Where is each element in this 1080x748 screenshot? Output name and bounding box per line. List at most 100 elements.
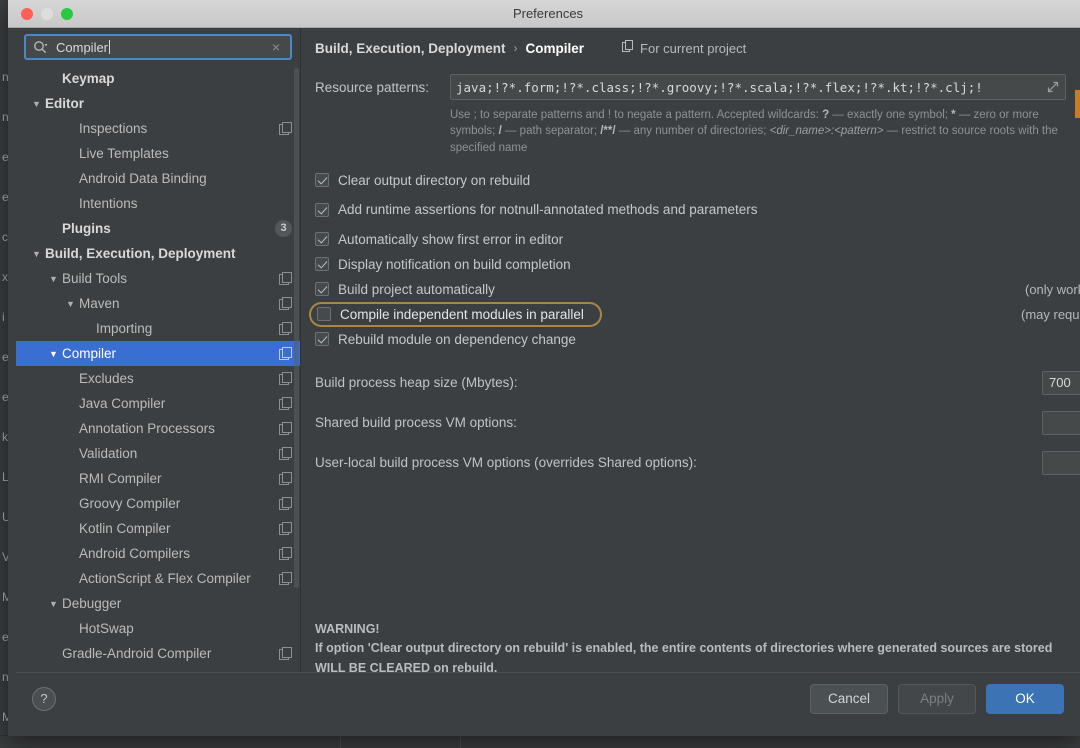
settings-content-panel: Build, Execution, Deployment › Compiler … [301, 28, 1080, 696]
copy-settings-icon[interactable] [279, 547, 292, 560]
sidebar-item-label: Android Data Binding [79, 171, 292, 186]
sidebar-item-android-compilers[interactable]: Android Compilers [16, 541, 300, 566]
sidebar-item-label: Kotlin Compiler [79, 521, 279, 536]
project-scope-icon [622, 40, 634, 56]
checkbox-checked-icon[interactable] [315, 203, 329, 217]
cancel-button[interactable]: Cancel [810, 684, 888, 714]
sidebar-item-label: Maven [79, 296, 279, 311]
breadcrumb-current: Compiler [526, 41, 585, 56]
text-caret [109, 40, 110, 54]
checkbox-checked-icon[interactable] [315, 282, 329, 296]
sidebar-item-android-data-binding[interactable]: Android Data Binding [16, 166, 300, 191]
copy-settings-icon[interactable] [279, 522, 292, 535]
shared-vm-options-input[interactable] [1042, 411, 1080, 435]
copy-settings-icon[interactable] [279, 472, 292, 485]
search-input[interactable]: Compiler [56, 40, 266, 55]
copy-settings-icon[interactable] [279, 297, 292, 310]
minimize-window-icon[interactable] [41, 8, 53, 20]
tree-twisty-expanded-icon[interactable]: ▼ [47, 599, 60, 609]
sidebar-item-importing[interactable]: Importing [16, 316, 300, 341]
close-window-icon[interactable] [21, 8, 33, 20]
sidebar-item-live-templates[interactable]: Live Templates [16, 141, 300, 166]
sidebar-item-keymap[interactable]: Keymap [16, 66, 300, 91]
copy-settings-icon[interactable] [279, 647, 292, 660]
tree-twisty-expanded-icon[interactable]: ▼ [30, 99, 43, 109]
copy-settings-icon[interactable] [279, 447, 292, 460]
heap-size-input[interactable]: 700 [1042, 371, 1080, 395]
copy-settings-icon[interactable] [279, 397, 292, 410]
sidebar-item-debugger[interactable]: ▼Debugger [16, 591, 300, 616]
hint-part-5: — any number of directories; [616, 125, 770, 137]
copy-settings-icon[interactable] [279, 372, 292, 385]
sidebar-item-kotlin-compiler[interactable]: Kotlin Compiler [16, 516, 300, 541]
settings-tree[interactable]: Keymap▼Editor Inspections Live Templates An… [16, 64, 300, 696]
apply-button[interactable]: Apply [898, 684, 976, 714]
checkbox-row-clear-output-directory-on-rebuild[interactable]: Clear output directory on rebuild [301, 168, 1080, 193]
sidebar-item-intentions[interactable]: Intentions [16, 191, 300, 216]
sidebar-item-plugins[interactable]: Plugins3 [16, 216, 300, 241]
copy-settings-icon[interactable] [279, 122, 292, 135]
zoom-window-icon[interactable] [61, 8, 73, 20]
checkbox-row-display-notification-on-build-completion[interactable]: Display notification on build completion [301, 252, 1080, 277]
sidebar-item-inspections[interactable]: Inspections [16, 116, 300, 141]
sidebar-item-build-execution-deployment[interactable]: ▼Build, Execution, Deployment [16, 241, 300, 266]
sidebar-scrollbar[interactable] [294, 68, 299, 588]
sidebar-item-label: Build, Execution, Deployment [45, 246, 292, 261]
sidebar-item-java-compiler[interactable]: Java Compiler [16, 391, 300, 416]
sidebar-item-actionscript-flex-compiler[interactable]: ActionScript & Flex Compiler [16, 566, 300, 591]
copy-settings-icon[interactable] [279, 322, 292, 335]
clear-search-icon[interactable]: × [266, 39, 286, 55]
expand-field-icon[interactable] [1046, 80, 1061, 95]
sidebar-item-rmi-compiler[interactable]: RMI Compiler [16, 466, 300, 491]
window-titlebar: Preferences [8, 0, 1080, 28]
resource-patterns-hint: Use ; to separate patterns and ! to nega… [450, 107, 1066, 156]
search-box[interactable]: Compiler × [24, 34, 292, 60]
checkbox-label: Add runtime assertions for notnull-annot… [338, 202, 758, 217]
checkbox-row-compile-independent-modules-in-parallel[interactable]: Compile independent modules in parallel(… [309, 302, 602, 327]
sidebar-item-label: Inspections [79, 121, 279, 136]
sidebar-item-label: RMI Compiler [79, 471, 279, 486]
tree-twisty-expanded-icon[interactable]: ▼ [30, 249, 43, 259]
checkbox-checked-icon[interactable] [315, 257, 329, 271]
tree-twisty-expanded-icon[interactable]: ▼ [47, 349, 60, 359]
sidebar-item-label: Excludes [79, 371, 279, 386]
checkbox-checked-icon[interactable] [315, 232, 329, 246]
tree-twisty-expanded-icon[interactable]: ▼ [47, 274, 60, 284]
copy-settings-icon[interactable] [279, 422, 292, 435]
help-button[interactable]: ? [32, 687, 56, 711]
copy-settings-icon[interactable] [279, 572, 292, 585]
checkbox-row-add-runtime-assertions-for-notnull-annotated-methods-and-parameters[interactable]: Add runtime assertions for notnull-annot… [301, 193, 1080, 227]
resource-patterns-input[interactable]: java;!?*.form;!?*.class;!?*.groovy;!?*.s… [450, 74, 1066, 100]
sidebar-item-excludes[interactable]: Excludes [16, 366, 300, 391]
ok-button[interactable]: OK [986, 684, 1064, 714]
copy-settings-icon[interactable] [279, 272, 292, 285]
checkbox-unchecked-icon[interactable] [317, 307, 331, 321]
sidebar-item-label: Annotation Processors [79, 421, 279, 436]
checkbox-checked-icon[interactable] [315, 173, 329, 187]
sidebar-item-maven[interactable]: ▼Maven [16, 291, 300, 316]
sidebar-item-compiler[interactable]: ▼Compiler [16, 341, 300, 366]
breadcrumb-separator-icon: › [514, 41, 518, 55]
breadcrumb-parent[interactable]: Build, Execution, Deployment [315, 41, 506, 56]
sidebar-item-hotswap[interactable]: HotSwap [16, 616, 300, 641]
sidebar-item-validation[interactable]: Validation [16, 441, 300, 466]
sidebar-item-editor[interactable]: ▼Editor [16, 91, 300, 116]
checkbox-row-rebuild-module-on-dependency-change[interactable]: Rebuild module on dependency change [301, 327, 1080, 352]
background-text-fragment: i [2, 310, 5, 324]
checkbox-row-build-project-automatically[interactable]: Build project automatically(only works w… [301, 277, 1080, 302]
sidebar-item-groovy-compiler[interactable]: Groovy Compiler [16, 491, 300, 516]
sidebar-item-build-tools[interactable]: ▼Build Tools [16, 266, 300, 291]
hint-part-1: Use ; to separate patterns and ! to nega… [450, 109, 822, 121]
traffic-light-group[interactable] [21, 8, 73, 20]
checkbox-label: Display notification on build completion [338, 257, 571, 272]
heap-size-label: Build process heap size (Mbytes): [315, 375, 518, 390]
tree-twisty-expanded-icon[interactable]: ▼ [64, 299, 77, 309]
copy-settings-icon[interactable] [279, 497, 292, 510]
copy-settings-icon[interactable] [279, 347, 292, 360]
checkbox-row-automatically-show-first-error-in-editor[interactable]: Automatically show first error in editor [301, 227, 1080, 252]
checkbox-checked-icon[interactable] [315, 332, 329, 346]
sidebar-item-label: Debugger [62, 596, 292, 611]
userlocal-vm-options-input[interactable] [1042, 451, 1080, 475]
sidebar-item-gradle-android-compiler[interactable]: Gradle-Android Compiler [16, 641, 300, 666]
sidebar-item-annotation-processors[interactable]: Annotation Processors [16, 416, 300, 441]
